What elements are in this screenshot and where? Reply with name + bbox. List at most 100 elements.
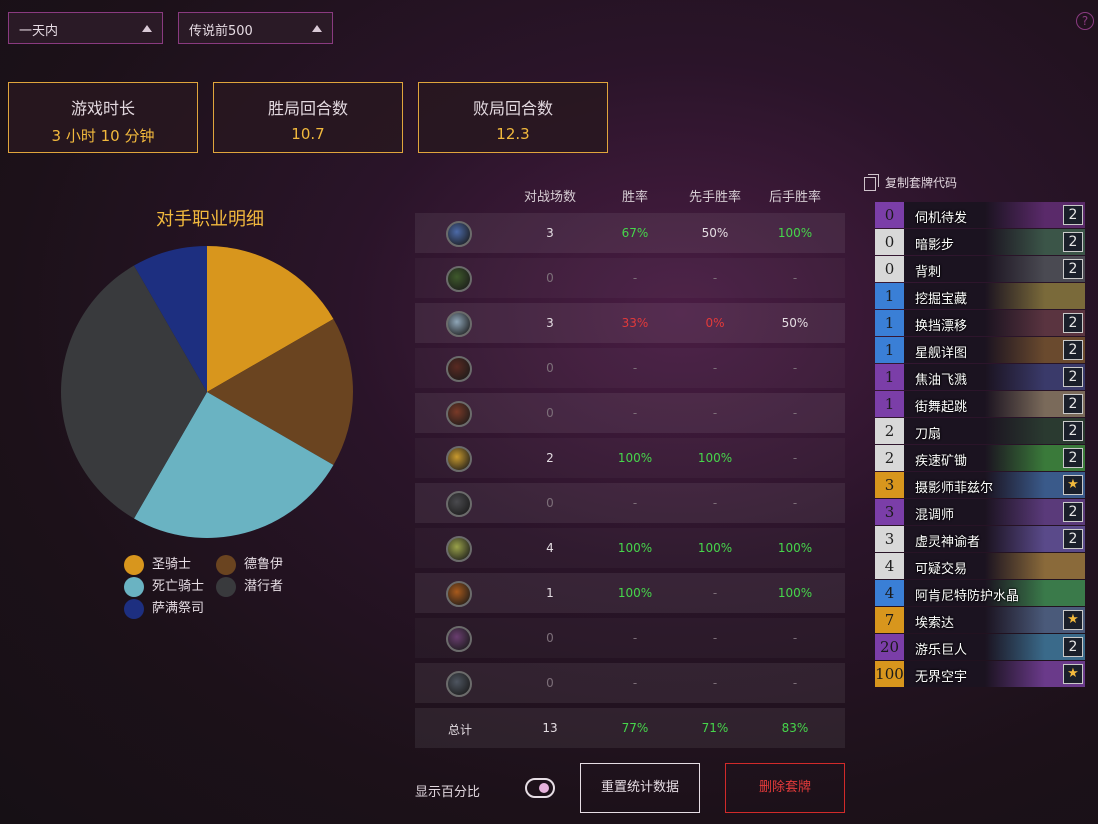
- table-row: 2 100% 100% -: [415, 438, 845, 478]
- winrate-cell: -: [632, 406, 638, 420]
- warlock-icon: [446, 626, 472, 652]
- copy-deck-code-button[interactable]: 复制套牌代码: [864, 173, 957, 191]
- stat-value: 12.3: [496, 125, 530, 143]
- table-row: 1 100% - 100%: [415, 573, 845, 613]
- copy-icon: [864, 173, 879, 191]
- deck-card[interactable]: 1 街舞起跳 2: [875, 391, 1085, 417]
- card-count: 2: [1063, 367, 1083, 387]
- table-total-row: 总计 13 77% 71% 83%: [415, 708, 845, 748]
- deck-card[interactable]: 1 挖掘宝藏: [875, 283, 1085, 309]
- second-winrate-cell: 100%: [777, 586, 813, 600]
- shaman-icon: [446, 581, 472, 607]
- winrate-cell: 100%: [617, 586, 653, 600]
- table-row: 0 - - -: [415, 483, 845, 523]
- show-percent-label: 显示百分比: [415, 785, 481, 800]
- total-games: 13: [542, 721, 558, 735]
- first-winrate-cell: -: [712, 406, 718, 420]
- deck-card[interactable]: 0 暗影步 2: [875, 229, 1085, 255]
- card-count: 2: [1063, 637, 1083, 657]
- legend-label: 德鲁伊: [244, 557, 284, 572]
- card-name: 伺机待发: [915, 211, 968, 226]
- card-cost: 0: [875, 229, 904, 255]
- second-winrate-cell: -: [792, 676, 798, 690]
- deck-card[interactable]: 3 虚灵神谕者 2: [875, 526, 1085, 552]
- stat-label: 败局回合数: [472, 99, 553, 118]
- first-winrate-cell: -: [712, 676, 718, 690]
- card-name: 背刺: [915, 265, 942, 280]
- winrate-cell: 100%: [617, 541, 653, 555]
- legend-swatch: [124, 576, 144, 597]
- winrate-cell: -: [632, 361, 638, 375]
- legend-swatch: [124, 598, 144, 619]
- warrior-icon: [446, 671, 472, 697]
- first-winrate-cell: 100%: [697, 541, 733, 555]
- second-winrate-cell: 50%: [781, 316, 809, 330]
- first-winrate-cell: -: [712, 271, 718, 285]
- triangle-up-icon: [312, 25, 322, 32]
- deck-card[interactable]: 4 阿肯尼特防护水晶: [875, 580, 1085, 606]
- delete-deck-button[interactable]: 删除套牌: [725, 763, 845, 813]
- games-cell: 0: [546, 361, 554, 375]
- winrate-cell: -: [632, 271, 638, 285]
- legend-swatch: [124, 554, 144, 575]
- reset-stats-button[interactable]: 重置统计数据: [580, 763, 700, 813]
- table-row: 0 - - -: [415, 348, 845, 388]
- toggle-knob: [539, 783, 549, 793]
- card-count: 2: [1063, 340, 1083, 360]
- winrate-cell: -: [632, 496, 638, 510]
- deck-card[interactable]: 20 游乐巨人 2: [875, 634, 1085, 660]
- legendary-star-icon: ★: [1063, 610, 1083, 630]
- winrate-cell: -: [632, 631, 638, 645]
- games-cell: 0: [546, 631, 554, 645]
- card-name: 混调师: [915, 508, 955, 523]
- deck-card[interactable]: 3 混调师 2: [875, 499, 1085, 525]
- card-count: 2: [1063, 448, 1083, 468]
- rank-filter-dropdown[interactable]: 传说前500: [178, 12, 333, 44]
- header-games: 对战场数: [523, 190, 576, 205]
- deck-card[interactable]: 0 伺机待发 2: [875, 202, 1085, 228]
- card-count: 2: [1063, 232, 1083, 252]
- table-row: 3 33% 0% 50%: [415, 303, 845, 343]
- deck-card[interactable]: 2 疾速矿锄 2: [875, 445, 1085, 471]
- card-cost: 0: [875, 256, 904, 282]
- time-filter-dropdown[interactable]: 一天内: [8, 12, 163, 44]
- priest-icon: [446, 491, 472, 517]
- games-cell: 0: [546, 676, 554, 690]
- deck-card[interactable]: 3 摄影师菲兹尔 ★: [875, 472, 1085, 498]
- legend-item-shaman: 萨满祭司: [124, 597, 204, 619]
- card-cost: 4: [875, 580, 904, 606]
- deck-card[interactable]: 4 可疑交易: [875, 553, 1085, 579]
- header-second-winrate: 后手胜率: [768, 190, 821, 205]
- help-icon[interactable]: ?: [1076, 12, 1094, 30]
- card-name: 阿肯尼特防护水晶: [915, 589, 1020, 604]
- deck-card[interactable]: 1 换挡漂移 2: [875, 310, 1085, 336]
- first-winrate-cell: 100%: [697, 451, 733, 465]
- card-art: [985, 283, 1085, 309]
- card-name: 虚灵神谕者: [915, 535, 981, 550]
- card-name: 疾速矿锄: [915, 454, 968, 469]
- legendary-star-icon: ★: [1063, 475, 1083, 495]
- legend-label: 圣骑士: [152, 557, 192, 572]
- games-cell: 0: [546, 406, 554, 420]
- card-name: 无界空宇: [915, 670, 968, 685]
- hunter-icon: [446, 356, 472, 382]
- second-winrate-cell: -: [792, 631, 798, 645]
- triangle-up-icon: [142, 25, 152, 32]
- first-winrate-cell: 0%: [705, 316, 725, 330]
- show-percent-toggle[interactable]: [525, 778, 555, 798]
- card-name: 游乐巨人: [915, 643, 968, 658]
- header-first-winrate: 先手胜率: [688, 190, 741, 205]
- table-row: 3 67% 50% 100%: [415, 213, 845, 253]
- deck-card[interactable]: 7 埃索达 ★: [875, 607, 1085, 633]
- deck-card[interactable]: 1 星舰详图 2: [875, 337, 1085, 363]
- card-cost: 3: [875, 526, 904, 552]
- stat-loss-turns: 败局回合数 12.3: [418, 82, 608, 153]
- deck-card[interactable]: 0 背刺 2: [875, 256, 1085, 282]
- winrate-cell: 100%: [617, 451, 653, 465]
- deck-card[interactable]: 100 无界空宇 ★: [875, 661, 1085, 687]
- games-cell: 0: [546, 271, 554, 285]
- second-winrate-cell: -: [792, 496, 798, 510]
- deck-card[interactable]: 1 焦油飞溅 2: [875, 364, 1085, 390]
- deck-card[interactable]: 2 刀扇 2: [875, 418, 1085, 444]
- stat-value: 3 小时 10 分钟: [51, 127, 155, 145]
